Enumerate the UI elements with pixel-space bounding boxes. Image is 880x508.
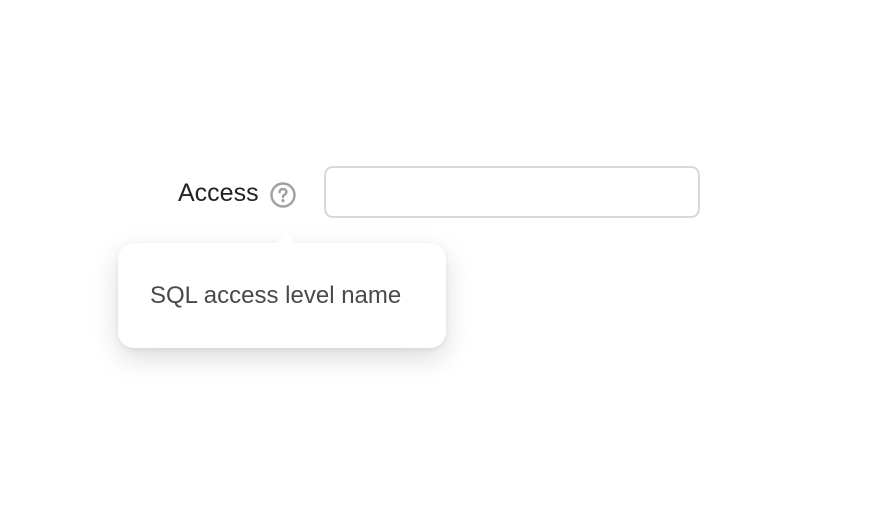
access-input[interactable] xyxy=(324,166,700,218)
question-circle-icon xyxy=(270,182,296,208)
access-label: Access xyxy=(178,179,259,207)
tooltip-arrow xyxy=(276,234,296,244)
form-stage: Access SQL access level name xyxy=(0,0,880,508)
help-tooltip: SQL access level name xyxy=(118,234,446,348)
tooltip-text: SQL access level name xyxy=(150,282,402,309)
help-question-icon[interactable] xyxy=(270,182,296,208)
